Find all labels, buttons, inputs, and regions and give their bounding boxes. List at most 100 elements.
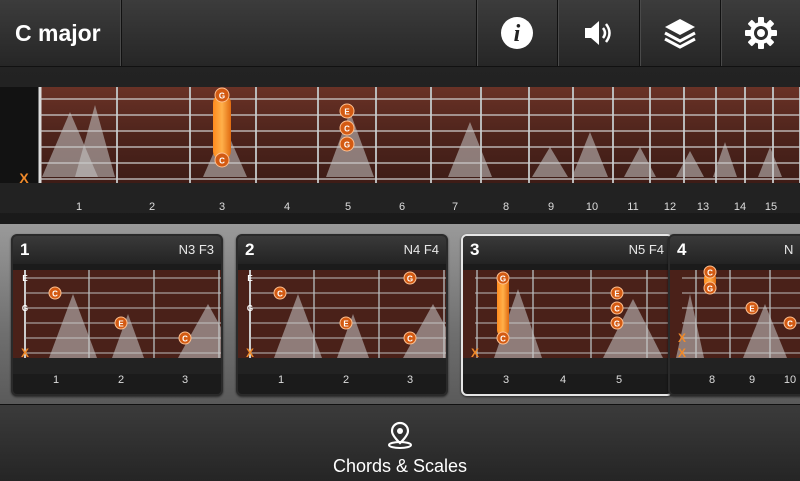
note-marker: C — [496, 331, 510, 345]
voicing-number: 1 — [20, 240, 30, 259]
note-label: G — [407, 275, 413, 284]
fret-number: 14 — [733, 201, 747, 213]
note-marker: E — [339, 316, 353, 330]
note-marker: C — [339, 120, 355, 136]
note-label: E — [749, 305, 755, 314]
fret-number: 9 — [748, 374, 756, 386]
note-marker: G — [496, 271, 510, 285]
voicing-fingering: N3 F3 — [178, 242, 214, 257]
voicing-number: 2 — [245, 240, 255, 259]
note-label: C — [407, 335, 413, 344]
voicing-card-header: 4 N — [670, 236, 800, 264]
string-label: E — [22, 274, 28, 283]
fret-number: 4 — [283, 201, 291, 213]
note-label: C — [277, 290, 283, 299]
fret-number: 8 — [502, 201, 510, 213]
chords-scales-tab[interactable]: Chords & Scales — [300, 405, 500, 481]
string-label: G — [247, 304, 253, 313]
voicing-card-header: 3 N5 F4 — [463, 236, 671, 264]
note-marker: C — [783, 316, 797, 330]
note-label: G — [500, 275, 506, 284]
note-label: C — [787, 320, 793, 329]
note-label: G — [344, 141, 350, 150]
note-marker: G — [339, 136, 355, 152]
muted-string-marker: X — [246, 346, 254, 360]
voicing-fingering: N — [784, 242, 794, 257]
fret-number: 3 — [218, 201, 226, 213]
voicing-number: 4 — [677, 240, 687, 259]
title-cell: C major — [0, 0, 122, 66]
top-toolbar: C major i — [0, 0, 800, 67]
voicing-fingering: N5 F4 — [628, 242, 664, 257]
mini-fretboard: E G X C E C — [13, 264, 221, 374]
note-label: C — [707, 269, 713, 278]
fret-number: 3 — [406, 374, 414, 386]
string-label: E — [247, 274, 253, 283]
mini-fretboard: E G X G C E C — [238, 264, 446, 374]
note-marker: C — [403, 331, 417, 345]
muted-string-marker: X — [471, 346, 479, 360]
note-marker: G — [703, 281, 717, 295]
svg-text:i: i — [514, 21, 521, 47]
note-marker: G — [214, 87, 230, 103]
fret-number: 12 — [663, 201, 677, 213]
note-label: C — [182, 335, 188, 344]
fret-number: 10 — [585, 201, 599, 213]
fret-number: 4 — [559, 374, 567, 386]
fret-number: 2 — [342, 374, 350, 386]
note-label: E — [118, 320, 124, 329]
note-marker: E — [610, 286, 624, 300]
fret-number: 3 — [502, 374, 510, 386]
bottom-nav: Chords & Scales — [0, 404, 800, 481]
muted-string-marker: X — [21, 346, 29, 360]
note-label: C — [219, 157, 225, 166]
voicing-card-2[interactable]: 2 N4 F4 E G X G C E C 1 2 3 — [236, 234, 448, 396]
note-marker: E — [114, 316, 128, 330]
string-label: G — [22, 304, 28, 313]
note-marker: E — [339, 103, 355, 119]
note-label: E — [343, 320, 349, 329]
info-icon: i — [501, 17, 533, 49]
voicings-strip: 1 N3 F3 EGXCEC 1 2 3 2 N4 F4 EGXGCEC 1 2… — [0, 224, 800, 404]
note-marker: C — [48, 286, 62, 300]
chords-scales-label: Chords & Scales — [332, 456, 468, 476]
note-marker: C — [610, 301, 624, 315]
settings-button[interactable] — [720, 0, 800, 66]
fret-number: 1 — [52, 374, 60, 386]
fret-number: 3 — [181, 374, 189, 386]
fret-number: 1 — [277, 374, 285, 386]
fret-number: 5 — [615, 374, 623, 386]
fret-number: 7 — [451, 201, 459, 213]
fret-number: 2 — [117, 374, 125, 386]
note-label: G — [614, 320, 620, 329]
note-label: C — [344, 125, 350, 134]
note-marker: C — [214, 152, 230, 168]
voicing-card-header: 1 N3 F3 — [13, 236, 221, 264]
note-label: E — [344, 108, 350, 117]
voicing-card-header: 2 N4 F4 — [238, 236, 446, 264]
speaker-icon — [584, 21, 611, 45]
voicing-card-1[interactable]: 1 N3 F3 E G X C E C 1 2 3 — [11, 234, 223, 396]
muted-string-marker: X — [678, 331, 686, 345]
voicing-card-3[interactable]: 3 N5 F4 XGCECG 3 4 5 — [461, 234, 673, 396]
gear-icon — [745, 17, 777, 49]
layers-button[interactable] — [639, 0, 720, 66]
info-button[interactable]: i — [476, 0, 557, 66]
map-pin-icon — [388, 421, 412, 449]
note-marker: E — [745, 301, 759, 315]
page-title: C major — [15, 19, 101, 46]
fret-number: 1 — [75, 201, 83, 213]
note-marker: G — [610, 316, 624, 330]
muted-string-marker: X — [678, 346, 686, 360]
mini-fretboard: XGCECG — [463, 264, 671, 374]
voicing-number: 3 — [470, 240, 480, 259]
sound-button[interactable] — [557, 0, 639, 66]
note-label: C — [500, 335, 506, 344]
note-marker: C — [178, 331, 192, 345]
fret-number: 13 — [696, 201, 710, 213]
note-marker: C — [703, 265, 717, 279]
fret-number: 5 — [344, 201, 352, 213]
mini-fretboard: XXCGEC — [670, 264, 800, 374]
fretboard-panel: XGCECG 1 2 3 4 5 6 7 8 9 10 11 12 13 14 15 — [0, 67, 800, 224]
voicing-card-4[interactable]: 4 N XXCGEC 8 9 10 — [668, 234, 800, 396]
